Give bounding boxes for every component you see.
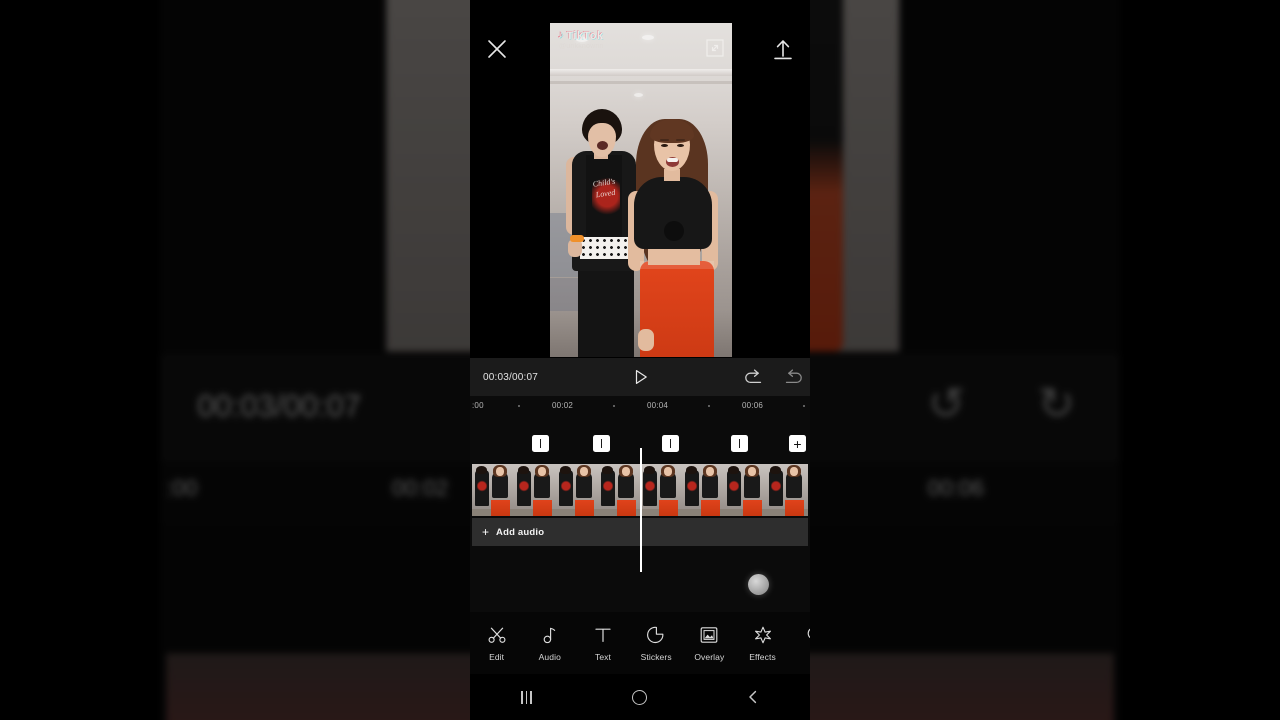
back-icon[interactable] — [736, 680, 770, 714]
close-icon[interactable] — [484, 36, 510, 62]
clip-thumbnail[interactable] — [682, 464, 724, 516]
tool-overlay[interactable]: Overlay — [683, 612, 736, 674]
tool-label: Audio — [538, 651, 561, 662]
tool-label: Overlay — [694, 651, 725, 662]
ruler-tick — [803, 405, 805, 407]
recents-icon[interactable] — [510, 680, 544, 714]
touch-indicator — [748, 574, 769, 595]
clip-thumbnail[interactable] — [766, 464, 808, 516]
time-display: 00:03/00:07 — [483, 371, 539, 383]
tool-label: Effects — [749, 651, 776, 662]
add-clip-button[interactable]: + — [789, 435, 806, 452]
filter-icon — [806, 625, 810, 645]
ruler-label: 00:02 — [552, 401, 574, 410]
timeline-ruler[interactable]: :00 00:02 00:04 00:06 — [470, 396, 810, 418]
music-note-icon: ♪ — [558, 28, 564, 41]
play-icon[interactable] — [633, 369, 649, 385]
tiktok-brand-label: TikTok — [566, 30, 604, 42]
home-icon[interactable] — [623, 680, 657, 714]
tool-filters[interactable]: Filt — [789, 612, 810, 674]
export-upload-icon[interactable] — [770, 36, 796, 62]
clip-thumbnail[interactable] — [556, 464, 598, 516]
clip-thumbnail[interactable] — [640, 464, 682, 516]
tool-label: Text — [594, 651, 611, 662]
add-audio-label: Add audio — [496, 526, 545, 538]
expand-icon[interactable] — [706, 39, 724, 57]
music-note-icon — [540, 625, 560, 645]
tool-stickers[interactable]: Stickers — [630, 612, 683, 674]
transition-marker[interactable] — [532, 435, 549, 452]
phone-screen: Child's Loved ♪ TikTok @unkknownn 00:03/… — [470, 0, 810, 720]
tool-label: Stickers — [640, 651, 672, 662]
ruler-label: 00:06 — [742, 401, 764, 410]
plus-icon: + — [482, 525, 490, 539]
sticker-icon — [646, 625, 666, 645]
ruler-tick — [613, 405, 615, 407]
transition-marker[interactable] — [593, 435, 610, 452]
video-preview-area: Child's Loved ♪ TikTok @unkknownn — [470, 0, 810, 358]
screen-root: 00:03/00:07 ▷ ↺ ↻ :00 00:02 00:04 00:06 — [0, 0, 1280, 720]
tiktok-watermark: ♪ TikTok — [558, 28, 604, 42]
redo-icon[interactable] — [783, 367, 803, 387]
ruler-tick — [708, 405, 710, 407]
text-t-icon — [593, 625, 613, 645]
tool-label: Edit — [489, 651, 505, 662]
plus-glyph: + — [793, 435, 802, 452]
transport-bar: 00:03/00:07 — [470, 358, 810, 396]
clip-thumbnail[interactable] — [472, 464, 514, 516]
tiktok-username: @unkknownn — [559, 43, 604, 50]
scissors-icon — [487, 625, 507, 645]
ruler-label: 00:04 — [647, 401, 669, 410]
android-navigation-bar — [470, 674, 810, 720]
transition-marker[interactable] — [662, 435, 679, 452]
transition-marker[interactable] — [731, 435, 748, 452]
playhead[interactable] — [640, 448, 642, 572]
undo-icon[interactable] — [744, 367, 764, 387]
sparkle-star-icon — [753, 625, 773, 645]
backdrop-time: 00:03/00:07 — [197, 391, 362, 425]
bottom-toolbar: Edit Audio Text Stickers Overlay Effects — [470, 612, 810, 674]
tool-audio[interactable]: Audio — [523, 612, 576, 674]
tool-text[interactable]: Text — [576, 612, 629, 674]
clip-thumbnail[interactable] — [724, 464, 766, 516]
timeline-panel[interactable]: + + Add audio — [470, 418, 810, 612]
tool-edit[interactable]: Edit — [470, 612, 523, 674]
video-canvas[interactable]: Child's Loved ♪ TikTok @unkknownn — [550, 23, 732, 357]
clip-thumbnail[interactable] — [598, 464, 640, 516]
tool-effects[interactable]: Effects — [736, 612, 789, 674]
ruler-label: :00 — [472, 401, 484, 410]
ruler-tick — [518, 405, 520, 407]
overlay-frame-icon — [699, 625, 719, 645]
clip-thumbnail[interactable] — [514, 464, 556, 516]
